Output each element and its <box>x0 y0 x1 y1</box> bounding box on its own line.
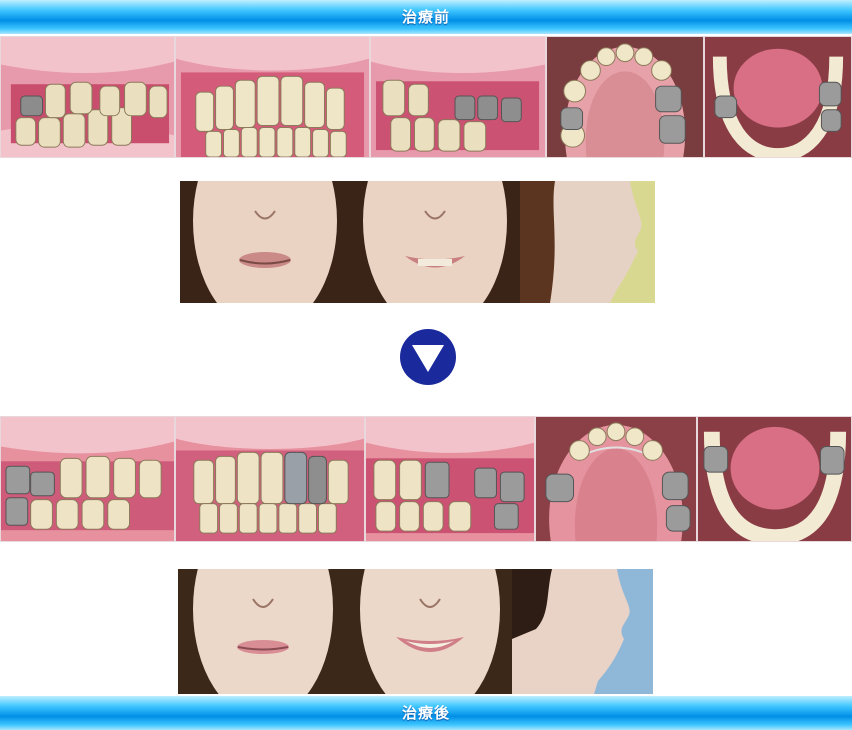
after-face-rest <box>178 569 348 694</box>
after-intraoral-lower-occlusal <box>697 416 852 542</box>
before-intraoral-lower-occlusal <box>704 36 852 158</box>
after-face-smile <box>348 569 512 694</box>
after-intraoral-upper-occlusal <box>535 416 697 542</box>
before-banner: 治療前 <box>0 0 852 34</box>
after-intraoral-left <box>365 416 535 542</box>
before-face-smile <box>350 181 520 303</box>
after-intraoral-right <box>0 416 175 542</box>
after-face-profile <box>512 569 653 694</box>
after-banner: 治療後 <box>0 696 852 730</box>
before-intraoral-right <box>0 36 175 158</box>
down-arrow-icon <box>400 329 456 385</box>
before-face-rest <box>180 181 350 303</box>
before-intraoral-left <box>370 36 546 158</box>
before-intraoral-upper-occlusal <box>546 36 704 158</box>
after-title: 治療後 <box>401 704 450 722</box>
before-title: 治療前 <box>401 8 450 26</box>
before-intraoral-frontal <box>175 36 370 158</box>
after-intraoral-frontal <box>175 416 365 542</box>
before-face-profile <box>520 181 655 303</box>
